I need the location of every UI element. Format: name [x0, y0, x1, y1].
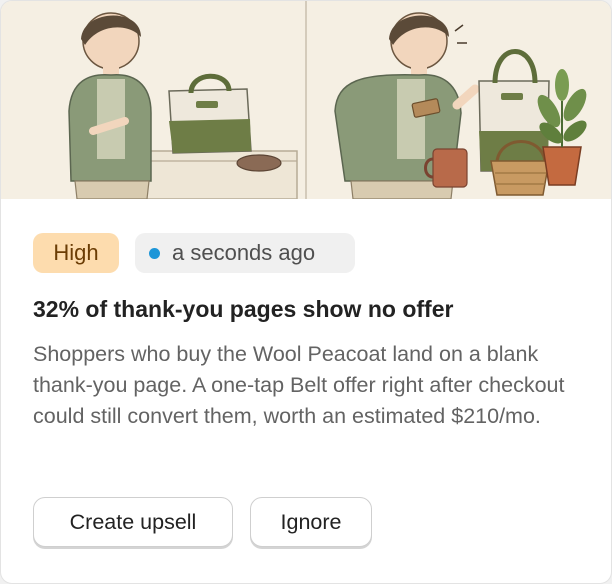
insight-description: Shoppers who buy the Wool Peacoat land o… [33, 342, 565, 428]
ignore-button[interactable]: Ignore [250, 497, 372, 547]
illustration-panel [1, 1, 611, 199]
insight-title: 32% of thank-you pages show no offer [33, 296, 454, 322]
shopper-illustration [1, 1, 611, 199]
insight-card: High a seconds ago 32% of thank-you page… [0, 0, 612, 584]
timestamp-badge: a seconds ago [135, 233, 355, 273]
priority-badge: High [33, 233, 119, 273]
status-dot-icon [149, 247, 160, 259]
priority-label: High [53, 240, 99, 265]
timestamp-label: a seconds ago [172, 240, 316, 265]
create-upsell-button[interactable]: Create upsell [33, 497, 233, 547]
